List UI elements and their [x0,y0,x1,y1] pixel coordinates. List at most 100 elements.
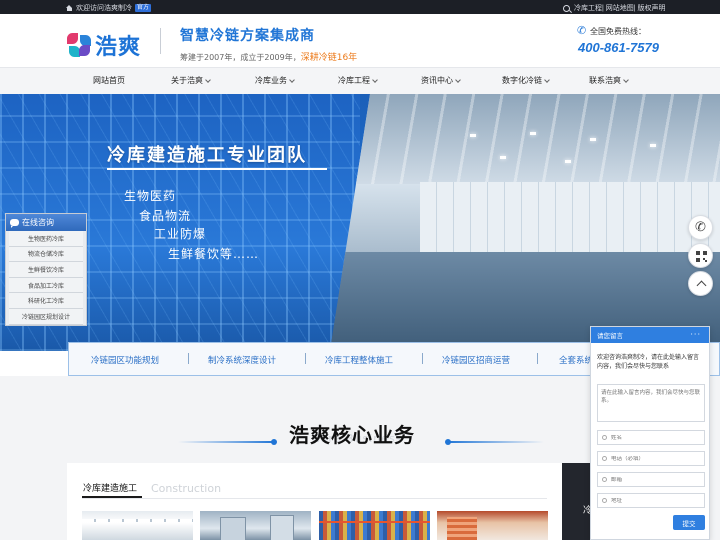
welcome-area: 欢迎访问浩爽制冷 官方 [66,3,152,13]
official-badge: 官方 [135,4,152,12]
nav-item-label: 冷库工程 [338,76,370,85]
hotline-label-text: 全国免费热线： [590,27,646,36]
consult-item[interactable]: 食品加工冷库 [9,277,83,294]
slogan-highlight: 深耕冷链16年 [300,53,358,63]
message-header[interactable]: 请您留言 ··· [591,327,709,343]
message-textarea[interactable] [597,384,705,422]
back-to-top-icon[interactable] [688,271,713,296]
banner-coldroom-image [330,94,720,351]
home-icon[interactable] [66,4,73,12]
main-nav: 网站首页 关于浩爽 冷库业务 冷库工程 资讯中心 数字化冷链 联系浩爽 [0,67,720,94]
slogan: 智慧冷链方案集成商 筹建于2007年，成立于2009年，深耕冷链16年 [180,25,357,63]
more-options-icon[interactable]: ··· [690,330,701,339]
slogan-sub: 筹建于2007年，成立于2009年，深耕冷链16年 [180,50,357,63]
chevron-down-icon [455,76,461,83]
nav-item-contact[interactable]: 联系浩爽 [589,75,629,86]
top-links-text[interactable]: 冷库工程| 网站地图| 版权声明 [574,3,666,13]
hero-banner[interactable]: 冷库建造施工专业团队 生物医药 食品物流 工业防爆 生鲜餐饮等…… [0,94,720,351]
consult-item[interactable]: 冷链园区规划设计 [9,308,83,325]
site-logo[interactable]: 浩爽 [67,29,141,61]
site-header: 浩爽 智慧冷链方案集成商 筹建于2007年，成立于2009年，深耕冷链16年 全… [0,14,720,67]
nav-item-label: 关于浩爽 [171,76,203,85]
nav-item-label: 网站首页 [93,76,125,85]
service-item[interactable]: 冷链园区招商运营 [442,354,510,366]
email-icon [602,477,607,482]
consult-item[interactable]: 物流仓储冷库 [9,246,83,263]
address-field[interactable] [597,493,705,508]
consult-title: 在线咨询 [22,218,54,227]
top-links: 冷库工程| 网站地图| 版权声明 [563,3,666,13]
slogan-main: 智慧冷链方案集成商 [180,28,315,44]
chevron-down-icon [372,76,378,83]
address-input[interactable] [611,497,701,504]
logo-text: 浩爽 [95,35,142,60]
banner-headline-text: 冷库建造施工专业团队 [107,145,307,166]
title-line-left [178,439,277,445]
banner-category: 生物医药 [124,189,177,203]
business-card: Construction 冷库建造施工 [67,463,562,540]
nav-item-news[interactable]: 资讯中心 [421,75,461,86]
tab-cold-storage-construction[interactable]: 冷库建造施工 [83,481,137,494]
online-consult-panel: 在线咨询 生物医药冷库 物流仓储冷库 生鲜餐饮冷库 食品加工冷库 科研化工冷库 … [5,213,87,326]
hotline-label: 全国免费热线： [577,24,659,37]
banner-category: 生鲜餐饮等…… [168,247,260,261]
service-divider [422,353,423,364]
project-thumbnail[interactable] [82,511,193,540]
banner-category: 食品物流 [139,209,192,223]
title-line-right [445,439,544,445]
submit-button[interactable]: 提交 [673,515,705,530]
phone-input[interactable] [611,455,701,462]
nav-item-digital-cold-chain[interactable]: 数字化冷链 [502,75,550,86]
nav-item-label: 联系浩爽 [589,76,621,85]
email-input[interactable] [611,476,701,483]
service-divider [537,353,538,364]
nav-item-about[interactable]: 关于浩爽 [171,75,211,86]
service-divider [188,353,189,364]
name-input[interactable] [611,434,701,441]
nav-item-label: 资讯中心 [421,76,453,85]
service-item[interactable]: 制冷系统深度设计 [208,354,276,366]
name-field[interactable] [597,430,705,445]
nav-item-home[interactable]: 网站首页 [93,75,125,86]
hotline-number[interactable]: 400-861-7579 [578,40,659,55]
project-thumbnail[interactable] [437,511,548,540]
search-icon[interactable] [563,4,570,12]
consult-item[interactable]: 生物医药冷库 [9,231,83,247]
section-title: 浩爽核心业务 [289,423,415,447]
banner-category: 工业防爆 [154,227,207,241]
chevron-down-icon [205,76,211,83]
side-dark-tab[interactable]: 冷 [562,463,592,540]
email-field[interactable] [597,472,705,487]
logo-mark-icon [67,33,91,57]
tab-ghost-text: Construction [151,482,222,495]
nav-item-label: 数字化冷链 [502,76,542,85]
project-thumbnail[interactable] [200,511,311,540]
location-icon [602,498,607,503]
float-qrcode-icon[interactable] [688,243,713,268]
consult-item[interactable]: 生鲜餐饮冷库 [9,262,83,278]
service-item[interactable]: 全套系统 [559,354,593,366]
message-widget: 请您留言 ··· 欢迎咨询浩爽制冷，请在此处输入留言内容，我们会尽快与您联系 提… [590,326,710,540]
nav-item-cold-storage-business[interactable]: 冷库业务 [255,75,295,86]
consult-item[interactable]: 科研化工冷库 [9,293,83,309]
project-thumbnail[interactable] [319,511,430,540]
message-intro: 欢迎咨询浩爽制冷，请在此处输入留言内容，我们会尽快与您联系 [597,354,700,370]
header-divider [160,28,161,54]
phone-field[interactable] [597,451,705,466]
slogan-sub-text: 筹建于2007年，成立于2009年， [180,53,301,62]
chat-icon [10,219,19,228]
top-bar: 欢迎访问浩爽制冷 官方 冷库工程| 网站地图| 版权声明 [0,0,720,14]
float-phone-icon[interactable] [688,215,713,240]
consult-header[interactable]: 在线咨询 [6,214,86,231]
chevron-down-icon [544,76,550,83]
banner-underline [107,168,327,170]
chevron-down-icon [623,76,629,83]
nav-item-label: 冷库业务 [255,76,287,85]
phone-icon [577,24,587,37]
nav-item-cold-storage-projects[interactable]: 冷库工程 [338,75,378,86]
chevron-down-icon [289,76,295,83]
welcome-text: 欢迎访问浩爽制冷 [76,5,132,12]
service-item[interactable]: 冷库工程整体施工 [325,354,393,366]
message-title: 请您留言 [597,332,623,340]
service-item[interactable]: 冷链园区功能规划 [91,354,159,366]
